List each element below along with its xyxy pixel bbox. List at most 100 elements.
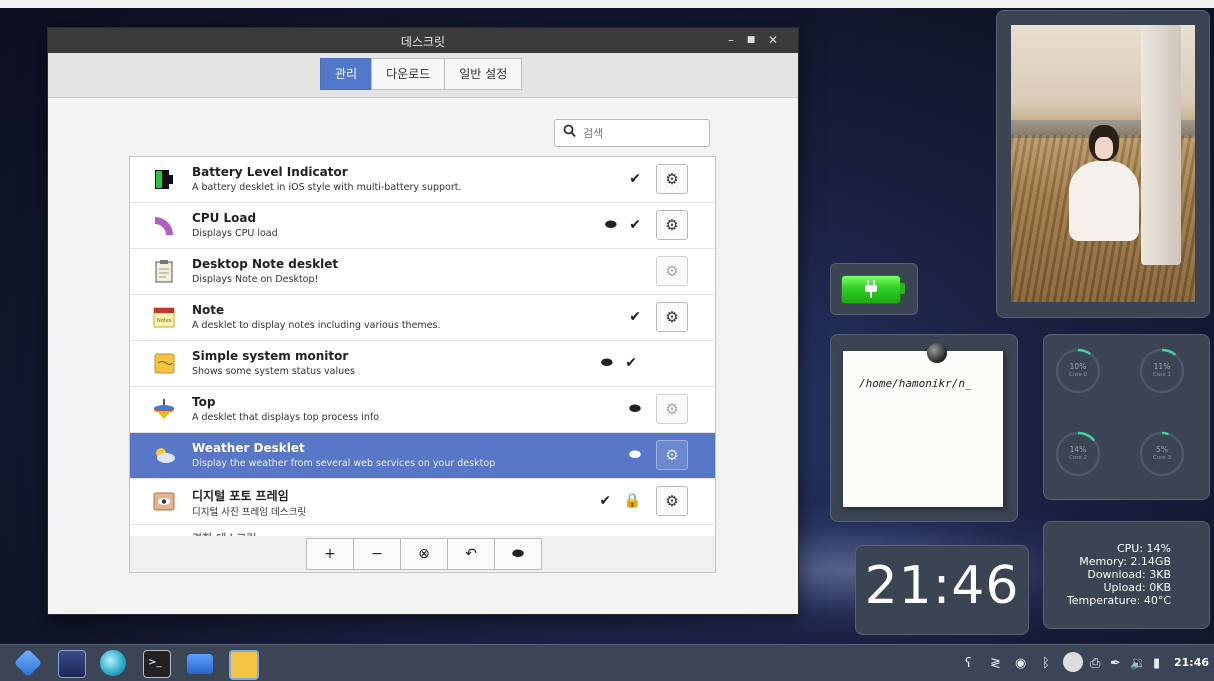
sysmon-values: CPU: 14% Memory: 2.14GB Download: 3KB Up… <box>1067 542 1171 607</box>
clock-desklet[interactable]: 21:46 <box>855 545 1029 635</box>
uninstall-button[interactable]: ⊗ <box>400 538 448 570</box>
status-icons: ✔ 🔒 <box>599 493 645 509</box>
volume-icon[interactable]: 🔉 <box>1130 656 1146 671</box>
configure-button[interactable]: ⚙ <box>656 164 688 194</box>
list-item-selected[interactable]: Weather Desklet Display the weather from… <box>130 433 715 479</box>
note-paper: /home/hamonikr/n_ <box>843 343 1003 507</box>
minimize-button[interactable]: – <box>722 31 740 49</box>
note-desklet[interactable]: /home/hamonikr/n_ <box>830 334 1018 522</box>
search-input[interactable] <box>581 123 705 143</box>
battery-desklet[interactable] <box>830 263 918 315</box>
list-item[interactable]: Battery Level Indicator A battery deskle… <box>130 157 715 203</box>
desklet-list: Battery Level Indicator A battery deskle… <box>129 156 716 538</box>
cpu-core-ring: 5% Core 3 <box>1138 430 1186 478</box>
workspace-icon[interactable] <box>58 650 86 678</box>
search-box[interactable] <box>554 119 710 147</box>
close-button[interactable]: ✕ <box>764 31 782 49</box>
svg-text:Notes: Notes <box>157 318 172 324</box>
core-label: Core 2 <box>1069 455 1087 461</box>
plug-icon <box>864 280 878 298</box>
system-monitor-desklet[interactable]: CPU: 14% Memory: 2.14GB Download: 3KB Up… <box>1043 521 1210 629</box>
tab-bar: 관리 다운로드 일반 설정 <box>48 53 798 98</box>
browser-icon[interactable] <box>100 650 126 676</box>
user-icon[interactable] <box>1063 652 1083 672</box>
spinning-top-icon <box>152 397 176 421</box>
list-item[interactable]: 디지털 포토 프레임 디지털 사진 프레임 데스크릿 ✔ 🔒 ⚙ <box>130 479 715 525</box>
tab-manage[interactable]: 관리 <box>320 58 373 90</box>
list-toolbar: + − ⊗ ↶ ⬬ <box>129 536 716 573</box>
terminal-icon[interactable]: >_ <box>143 650 171 678</box>
clock-time: 21:46 <box>864 556 1020 616</box>
desklet-name: 디지털 포토 프레임 <box>192 489 289 503</box>
panel-clock[interactable]: 21:46 <box>1174 656 1209 669</box>
configure-button[interactable]: ⚙ <box>656 256 688 286</box>
desklet-description: A battery desklet in iOS style with mult… <box>192 182 462 193</box>
add-button[interactable]: + <box>306 538 354 570</box>
note-text: /home/hamonikr/n_ <box>859 377 972 390</box>
core-percent: 14% <box>1069 445 1087 454</box>
list-item[interactable]: CPU Load Displays CPU load ⬬ ✔ ⚙ <box>130 203 715 249</box>
desklets-window: 데스크릿 – ■ ✕ 관리 다운로드 일반 설정 Battery Level I… <box>47 27 799 615</box>
download-rate: Download: 3KB <box>1087 568 1171 581</box>
ring-svg <box>1055 348 1101 394</box>
cpu-core-ring: 10% Core 0 <box>1054 347 1102 395</box>
configure-button[interactable]: ⚙ <box>656 486 688 516</box>
pen-icon[interactable]: ✒ <box>1110 656 1121 671</box>
tab-general-settings[interactable]: 일반 설정 <box>444 58 523 90</box>
window-title: 데스크릿 <box>400 35 446 49</box>
bluetooth-icon[interactable]: ᛒ <box>1042 656 1050 671</box>
status-icons: ⬬ <box>629 401 645 417</box>
desklet-description: A desklet that displays top process info <box>192 412 380 423</box>
printer-icon[interactable]: ⎙ <box>1090 656 1100 671</box>
core-label: Core 1 <box>1153 372 1171 378</box>
battery-icon <box>152 167 176 191</box>
taskbar: >_ ʕ ≷ ◉ ᛒ ⎙ ✒ 🔉 ▮ 21:46 <box>0 644 1214 681</box>
list-item[interactable]: Simple system monitor Shows some system … <box>130 341 715 387</box>
ring-svg <box>1139 348 1185 394</box>
gear-icon: ⚙ <box>665 308 679 326</box>
remove-button[interactable]: − <box>353 538 401 570</box>
info-button[interactable]: ⬬ <box>494 538 542 570</box>
gear-icon: ⚙ <box>665 400 679 418</box>
ring-svg <box>1055 431 1101 477</box>
notes-app-icon[interactable] <box>229 650 259 680</box>
cpu-core-ring: 14% Core 2 <box>1054 430 1102 478</box>
titlebar[interactable]: 데스크릿 – ■ ✕ <box>48 28 798 53</box>
status-icons: ⬬ <box>629 447 645 463</box>
network-icon[interactable]: ≷ <box>990 656 1001 671</box>
menu-icon[interactable] <box>13 648 43 678</box>
configure-button[interactable]: ⚙ <box>656 394 688 424</box>
gear-icon: ⚙ <box>665 492 679 510</box>
gear-icon: ⚙ <box>665 216 679 234</box>
list-item[interactable]: Desktop Note desklet Displays Note on De… <box>130 249 715 295</box>
search-icon <box>563 124 576 142</box>
cpu-usage: CPU: 14% <box>1116 542 1171 555</box>
sticky-note-icon <box>152 351 176 375</box>
desklet-name: Simple system monitor <box>192 349 349 363</box>
restore-button[interactable]: ↶ <box>447 538 495 570</box>
list-item[interactable]: Top A desklet that displays top process … <box>130 387 715 433</box>
status-icons: ⬬ ✔ <box>600 355 641 371</box>
configure-button[interactable]: ⚙ <box>656 440 688 470</box>
desklet-name: Battery Level Indicator <box>192 165 348 179</box>
desklet-name: Desktop Note desklet <box>192 257 339 271</box>
memory-usage: Memory: 2.14GB <box>1079 555 1171 568</box>
vpn-icon[interactable]: ◉ <box>1015 656 1026 671</box>
list-item[interactable]: Notes Note A desklet to display notes in… <box>130 295 715 341</box>
desklet-description: Displays Note on Desktop! <box>192 274 319 285</box>
desklet-name: Top <box>192 395 216 409</box>
maximize-button[interactable]: ■ <box>742 31 760 49</box>
configure-button[interactable]: ⚙ <box>656 210 688 240</box>
clipboard-note-icon <box>152 259 176 283</box>
desklet-description: Display the weather from several web ser… <box>192 458 496 469</box>
gear-icon: ⚙ <box>665 446 679 464</box>
cpu-load-desklet[interactable]: 10% Core 0 11% Core 1 14% Core 2 5% Core… <box>1043 334 1210 500</box>
battery-tray-icon[interactable]: ▮ <box>1153 656 1160 671</box>
configure-button[interactable]: ⚙ <box>656 302 688 332</box>
tab-download[interactable]: 다운로드 <box>371 58 446 90</box>
weather-icon <box>152 443 176 467</box>
app-indicator-icon[interactable]: ʕ <box>965 656 972 671</box>
photo-frame-desklet[interactable] <box>996 10 1210 318</box>
pin-icon <box>927 343 947 363</box>
files-icon[interactable] <box>187 654 213 674</box>
